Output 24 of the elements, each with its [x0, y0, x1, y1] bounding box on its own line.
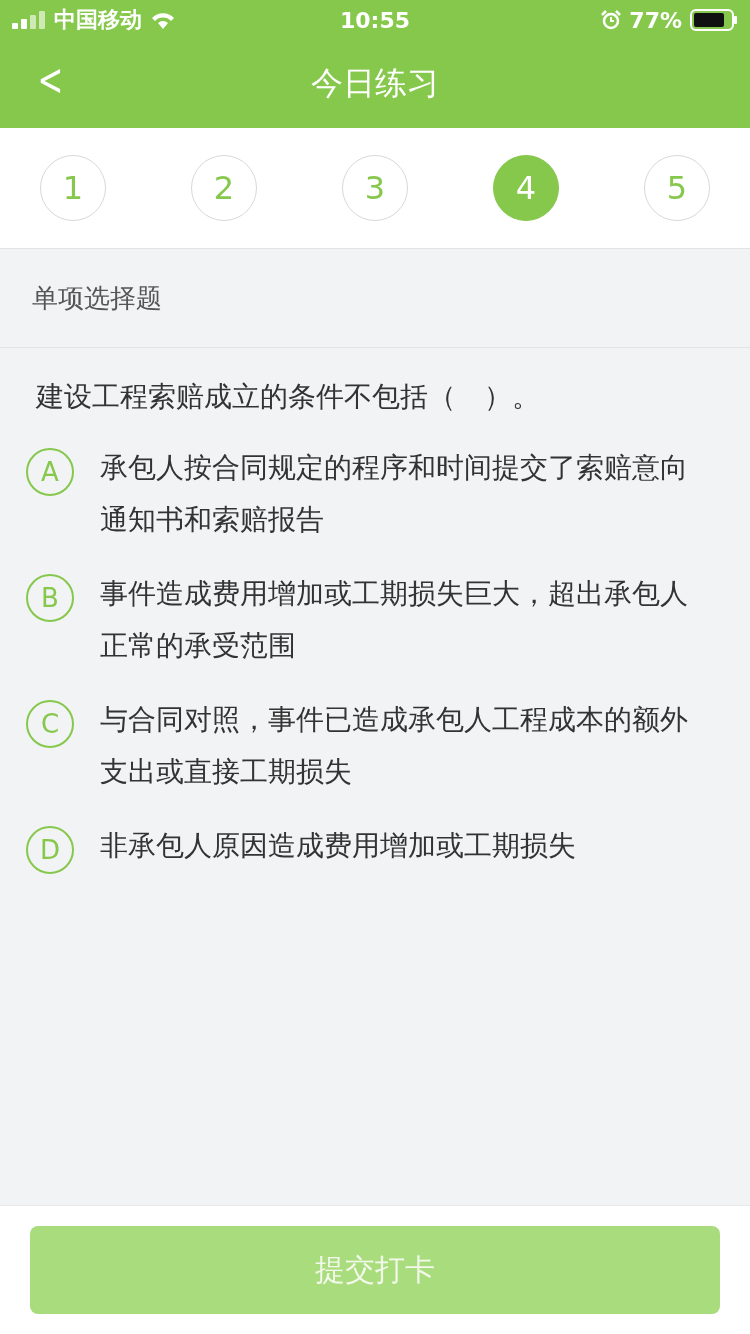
- option-text[interactable]: 非承包人原因造成费用增加或工期损失: [100, 820, 576, 872]
- signal-icon: [12, 11, 46, 29]
- wifi-icon: [150, 10, 176, 30]
- option-letter[interactable]: D: [26, 826, 74, 874]
- option-letter[interactable]: A: [26, 448, 74, 496]
- question-type: 单项选择题: [32, 281, 162, 315]
- carrier-name: 中国移动: [54, 6, 142, 34]
- option-text[interactable]: 与合同对照，事件已造成承包人工程成本的额外支出或直接工期损失: [100, 694, 710, 798]
- alarm-icon: [601, 10, 622, 30]
- option-letter[interactable]: C: [26, 700, 74, 748]
- question-number[interactable]: 2: [191, 155, 257, 221]
- battery-icon: [690, 9, 738, 31]
- option-text[interactable]: 承包人按合同规定的程序和时间提交了索赔意向通知书和索赔报告: [100, 442, 710, 546]
- question-number[interactable]: 3: [342, 155, 408, 221]
- question-number[interactable]: 1: [40, 155, 106, 221]
- option-letter[interactable]: B: [26, 574, 74, 622]
- option-text[interactable]: 事件造成费用增加或工期损失巨大，超出承包人正常的承受范围: [100, 568, 710, 672]
- status-time: 10:55: [340, 7, 410, 33]
- question-text: 建设工程索赔成立的条件不包括（ ）。: [34, 379, 541, 415]
- back-button[interactable]: <: [33, 54, 68, 105]
- page-title: 今日练习: [311, 63, 439, 104]
- question-number[interactable]: 5: [644, 155, 710, 221]
- battery-percent: 77%: [629, 7, 682, 33]
- question-number[interactable]: 4: [493, 155, 559, 221]
